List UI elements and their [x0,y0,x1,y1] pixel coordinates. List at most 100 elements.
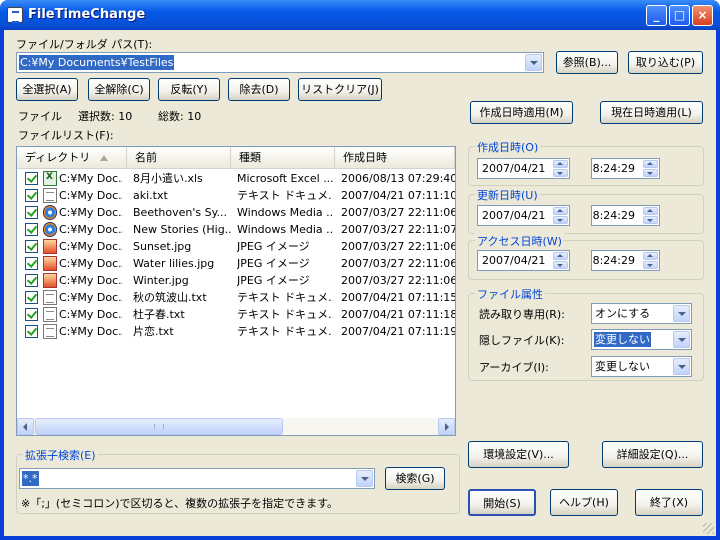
file-list-label: ファイルリスト(F): [18,129,114,142]
hidden-select[interactable]: 変更しない [591,329,692,350]
table-row[interactable]: C:¥My Doc... 片恋.txt テキスト ドキュメ... 2007/04/21… [17,323,455,340]
chevron-down-icon[interactable] [356,470,373,487]
created-date-field[interactable]: 2007/04/21 [477,158,570,179]
apply-created-time-button[interactable]: 作成日時適用(M) [470,101,573,124]
readonly-select[interactable]: オンにする [591,303,692,324]
chevron-down-icon[interactable] [525,54,542,71]
horizontal-scrollbar[interactable] [17,418,455,435]
browse-button[interactable]: 参照(B)... [556,51,618,74]
created-time-spinner[interactable] [643,160,658,177]
updated-date-field[interactable]: 2007/04/21 [477,205,570,226]
updated-date-value: 2007/04/21 [482,209,546,222]
row-created: 2007/03/27 22:11:06 [341,257,455,270]
checkbox[interactable] [25,291,38,304]
app-window: FileTimeChange _ □ × ファイル/フォルダ パス(T): C:… [0,0,720,540]
spin-down-icon[interactable] [643,169,658,177]
chevron-down-icon[interactable] [673,358,690,375]
attributes-group: ファイル属性 読み取り専用(R): オンにする 隠しファイル(K): 変更しない… [468,286,704,381]
row-name: 片恋.txt [133,325,174,338]
checkbox[interactable] [25,206,38,219]
help-button[interactable]: ヘルプ(H) [550,489,618,516]
table-row[interactable]: C:¥My Doc... aki.txt テキスト ドキュメ... 2007/04/2… [17,187,455,204]
file-list[interactable]: ディレクトリ 名前 種類 作成日時 C:¥My Doc... 8月小遣い.xls M… [16,146,456,436]
minimize-button[interactable]: _ [646,5,667,26]
deselect-all-button[interactable]: 全解除(C) [88,78,150,101]
app-icon [7,7,23,23]
column-directory[interactable]: ディレクトリ [17,147,127,168]
scroll-left-icon[interactable] [17,418,34,435]
access-time-field[interactable]: 8:24:29 [591,250,660,271]
checkbox[interactable] [25,223,38,236]
text-file-icon [43,290,57,305]
chevron-down-icon[interactable] [673,305,690,322]
archive-select[interactable]: 変更しない [591,356,692,377]
spin-up-icon[interactable] [643,252,658,260]
spin-up-icon[interactable] [553,252,568,260]
checkbox[interactable] [25,274,38,287]
access-date-spinner[interactable] [553,252,568,269]
column-created[interactable]: 作成日時 [335,147,455,168]
column-name[interactable]: 名前 [127,147,231,168]
access-time-spinner[interactable] [643,252,658,269]
list-clear-button[interactable]: リストクリア(J) [298,78,382,101]
attributes-label: ファイル属性 [475,286,545,302]
row-created: 2007/04/21 07:11:10 [341,189,455,202]
table-row[interactable]: C:¥My Doc... Sunset.jpg JPEG イメージ 2007/03/2… [17,238,455,255]
table-row[interactable]: C:¥My Doc... 8月小遣い.xls Microsoft Excel ...… [17,170,455,187]
created-time-value: 8:24:29 [592,162,635,175]
table-row[interactable]: C:¥My Doc... New Stories (Hig... Windows M… [17,221,455,238]
table-row[interactable]: C:¥My Doc... 杜子春.txt テキスト ドキュメ... 2007/04/2… [17,306,455,323]
start-button[interactable]: 開始(S) [468,489,536,516]
exit-button[interactable]: 終了(X) [635,489,703,516]
search-button[interactable]: 検索(G) [385,467,445,490]
created-date-spinner[interactable] [553,160,568,177]
import-button[interactable]: 取り込む(P) [628,51,703,74]
column-type[interactable]: 種類 [231,147,335,168]
created-time-group: 作成日時(O) 2007/04/21 8:24:29 [468,139,704,186]
spin-up-icon[interactable] [643,160,658,168]
access-date-field[interactable]: 2007/04/21 [477,250,570,271]
spin-up-icon[interactable] [553,207,568,215]
title-bar[interactable]: FileTimeChange _ □ × [0,0,720,30]
checkbox[interactable] [25,308,38,321]
maximize-button[interactable]: □ [669,5,690,26]
updated-time-label: 更新日時(U) [475,187,540,203]
scroll-right-icon[interactable] [438,418,455,435]
dialog-body: ファイル/フォルダ パス(T): C:¥My Documents¥TestFil… [4,30,716,536]
row-created: 2007/04/21 07:11:18 [341,308,455,321]
hidden-label: 隠しファイル(K): [479,334,565,347]
extension-combobox[interactable]: *.* [19,468,375,489]
table-row[interactable]: C:¥My Doc... Beethoven's Sy... Windows Med… [17,204,455,221]
checkbox[interactable] [25,172,38,185]
table-row[interactable]: C:¥My Doc... 秋の筑波山.txt テキスト ドキュメ... 2007/04… [17,289,455,306]
invert-button[interactable]: 反転(Y) [158,78,220,101]
checkbox[interactable] [25,189,38,202]
updated-time-spinner[interactable] [643,207,658,224]
resize-grip-icon[interactable] [703,523,714,534]
spin-down-icon[interactable] [553,261,568,269]
spin-down-icon[interactable] [643,261,658,269]
table-row[interactable]: C:¥My Doc... Winter.jpg JPEG イメージ 2007/03/2… [17,272,455,289]
created-time-field[interactable]: 8:24:29 [591,158,660,179]
close-button[interactable]: × [692,5,713,26]
spin-up-icon[interactable] [643,207,658,215]
select-all-button[interactable]: 全選択(A) [16,78,78,101]
chevron-down-icon[interactable] [673,331,690,348]
checkbox[interactable] [25,325,38,338]
scroll-thumb[interactable] [35,418,283,435]
checkbox[interactable] [25,257,38,270]
spin-up-icon[interactable] [553,160,568,168]
table-row[interactable]: C:¥My Doc... Water lilies.jpg JPEG イメージ 200… [17,255,455,272]
updated-time-field[interactable]: 8:24:29 [591,205,660,226]
remove-button[interactable]: 除去(D) [228,78,290,101]
spin-down-icon[interactable] [643,216,658,224]
env-settings-button[interactable]: 環境設定(V)... [468,441,569,468]
spin-down-icon[interactable] [553,169,568,177]
apply-current-time-button[interactable]: 現在日時適用(L) [600,101,703,124]
detail-settings-button[interactable]: 詳細設定(Q)... [602,441,703,468]
spin-down-icon[interactable] [553,216,568,224]
checkbox[interactable] [25,240,38,253]
row-directory: C:¥My Doc... [59,240,123,253]
updated-date-spinner[interactable] [553,207,568,224]
path-combobox[interactable]: C:¥My Documents¥TestFiles [16,52,544,73]
